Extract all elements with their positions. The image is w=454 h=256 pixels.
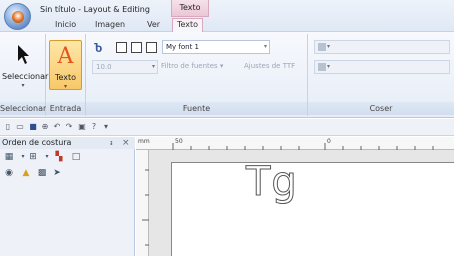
horizontal-ruler: mm 50 0 [136,137,454,150]
ribbon-group-fuente: Ⴆ My font 1 ▾ 10.0 ▾ Filtro de fuentes ▾… [86,34,308,116]
font-style-box-3[interactable] [146,42,157,53]
open-folder-icon[interactable]: ▭ [15,122,25,132]
group-label-seleccionar: Seleccionar [0,102,47,115]
chevron-down-icon: ▾ [327,63,331,70]
app-logo-icon [12,11,24,23]
text-input-button-label: Texto [54,73,77,82]
ruler-ticks [172,143,434,150]
window-title: Sin título - Layout & Editing [40,5,150,14]
order-tool-1-icon[interactable]: ▦ [3,151,15,163]
color-sort-icon[interactable]: ▚ [53,151,65,163]
letter-a-icon: A [57,44,74,69]
stitch-icon [318,43,326,51]
tab-inicio[interactable]: Inicio [55,20,76,32]
font-size-combo[interactable]: 10.0 ▾ [92,60,158,74]
zoom-icon[interactable]: ⊕ [40,122,50,132]
customize-toolbar-icon[interactable]: ▾ [101,122,111,132]
select-button[interactable]: Seleccionar ▾ [2,40,49,90]
font-type-icon[interactable]: Ⴆ [94,42,102,55]
pane-header: Orden de costura [0,137,135,149]
font-filter-button[interactable]: Filtro de fuentes ▾ [161,62,223,70]
font-style-box-2[interactable] [131,42,142,53]
select-button-label: Seleccionar [2,72,49,81]
undo-icon[interactable]: ↶ [52,122,62,132]
text-dropdown-icon: ▾ [63,83,67,90]
chevron-down-icon: ▾ [327,43,331,50]
chevron-down-icon: ▾ [151,63,155,70]
ttf-settings-button[interactable]: Ajustes de TTF [244,62,295,70]
sew-setting-combo-1[interactable]: ▾ [314,40,450,54]
group-label-fuente: Fuente [86,102,307,115]
application-menu-button[interactable] [4,3,31,30]
vertical-ruler [136,150,149,256]
tab-imagen[interactable]: Imagen [95,20,125,32]
redo-icon[interactable]: ↷ [64,122,74,132]
font-style-box-1[interactable] [116,42,127,53]
pointer-icon[interactable]: ➤ [51,167,63,179]
sew-setting-combo-2[interactable]: ▾ [314,60,450,74]
help-icon[interactable]: ? [89,122,99,132]
select-dropdown-icon: ▾ [21,82,25,89]
tab-texto[interactable]: Texto [172,18,204,33]
text-input-button[interactable]: A Texto ▾ [49,40,82,90]
design-page[interactable]: Tg [171,159,454,256]
save-icon[interactable]: ■ [28,122,38,132]
lock-icon[interactable]: ▲ [20,167,32,179]
pin-icon[interactable]: ᵻ [110,137,113,149]
new-file-icon[interactable]: ▯ [3,122,13,132]
font-name-value: My font 1 [166,43,200,51]
font-name-combo[interactable]: My font 1 ▾ [162,40,270,54]
ribbon-group-seleccionar: Seleccionar ▾ Seleccionar [0,34,49,116]
pane-title: Orden de costura [2,138,72,147]
sewing-order-pane: Orden de costura ᵻ × ▦ ▾ ⊞ ▾ ▚ □ ◉ ▲ ▩ ➤ [0,137,135,256]
close-icon[interactable]: × [122,137,130,149]
pattern-icon[interactable]: ▩ [36,167,48,179]
cursor-arrow-icon [18,45,29,64]
visibility-eye-icon[interactable]: ◉ [3,167,15,179]
quick-access-toolbar: ▯ ▭ ■ ⊕ ↶ ↷ ▣ ? ▾ [0,119,454,136]
vertical-ruler-ticks [142,169,149,246]
tab-ver[interactable]: Ver [147,20,160,32]
group-label-entrada: Entrada [46,102,85,115]
order-tool-2-icon[interactable]: ⊞ [27,151,39,163]
preview-icon[interactable]: ▣ [77,122,87,132]
chevron-down-icon[interactable]: ▾ [41,151,53,163]
context-tab-group-header: Texto [171,0,209,17]
ribbon-group-entrada: A Texto ▾ Entrada [46,34,86,116]
font-size-value: 10.0 [96,63,112,71]
stitch-icon [318,63,326,71]
chevron-down-icon: ▾ [263,43,267,50]
ribbon-group-coser: ▾ ▾ Coser [308,34,454,116]
embroidery-text-object[interactable]: Tg [246,152,298,212]
frame-icon[interactable]: □ [70,151,82,163]
group-label-coser: Coser [308,102,454,115]
